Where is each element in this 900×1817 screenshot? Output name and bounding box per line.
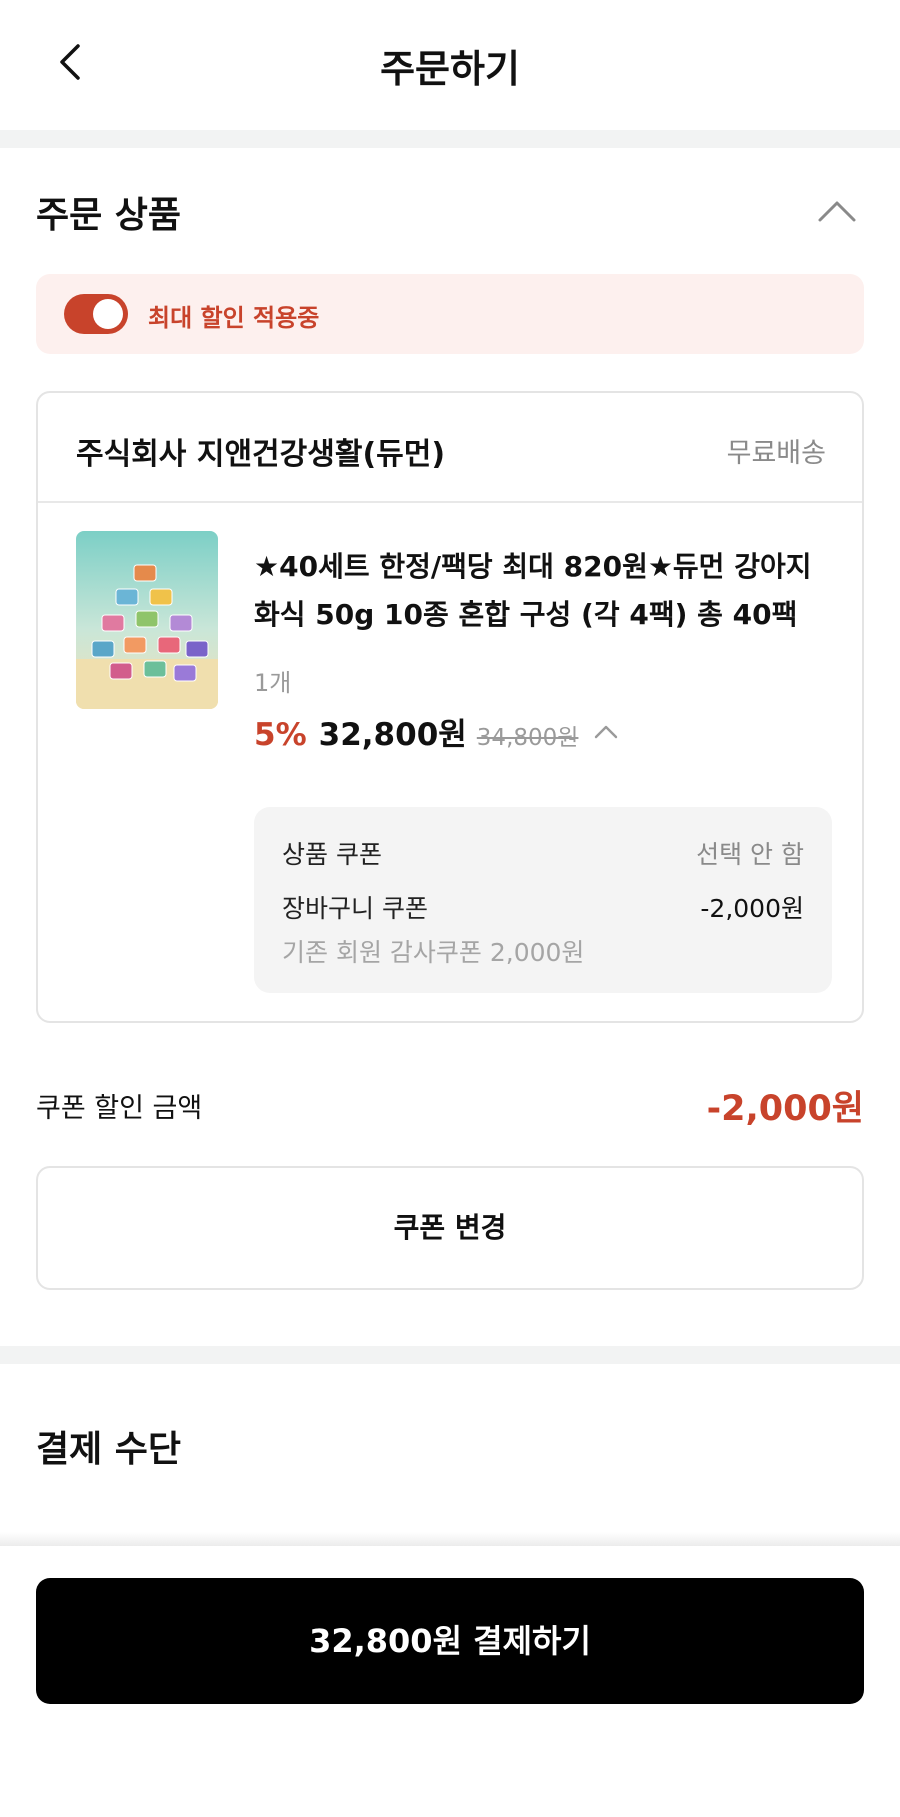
cart-coupon-value: -2,000원 — [700, 894, 804, 923]
toggle-knob — [93, 299, 123, 329]
product-name[interactable]: ★40세트 한정/팩당 최대 820원★듀먼 강아지화식 50g 10종 혼합 … — [254, 543, 834, 639]
max-discount-label: 최대 할인 적용중 — [148, 304, 320, 332]
payment-section-title: 결제 수단 — [36, 1429, 182, 1470]
cart-coupon-description: 기존 회원 감사쿠폰 2,000원 — [282, 938, 585, 967]
product-coupon-value: 선택 안 함 — [696, 840, 804, 869]
chevron-up-icon[interactable] — [592, 721, 620, 741]
pay-button[interactable]: 32,800원 결제하기 — [36, 1578, 864, 1704]
original-price: 34,800원 — [476, 725, 579, 751]
coupon-summary-box: 상품 쿠폰 선택 안 함 장바구니 쿠폰 -2,000원 기존 회원 감사쿠폰 … — [254, 807, 832, 993]
header: 주문하기 — [0, 0, 900, 130]
bottom-bar-shadow — [0, 1532, 900, 1546]
product-thumbnail[interactable] — [76, 531, 218, 709]
seller-card: 주식회사 지앤건강생활(듀먼) 무료배송 ★40세트 한정/팩당 최대 820원… — [36, 391, 864, 1023]
sale-price: 32,800원 — [318, 717, 467, 753]
product-image — [76, 531, 218, 709]
product-quantity: 1개 — [254, 669, 292, 697]
product-coupon-label: 상품 쿠폰 — [282, 840, 382, 869]
max-discount-banner: 최대 할인 적용중 — [36, 274, 864, 354]
seller-name: 주식회사 지앤건강생활(듀먼) — [76, 437, 446, 472]
change-coupon-button[interactable]: 쿠폰 변경 — [36, 1166, 864, 1290]
price-row: 5% 32,800원 34,800원 — [254, 709, 620, 753]
coupon-discount-value: -2,000원 — [706, 1089, 864, 1129]
collapse-order-button[interactable] — [814, 190, 860, 230]
order-section-title: 주문 상품 — [36, 195, 182, 236]
coupon-discount-label: 쿠폰 할인 금액 — [36, 1093, 203, 1124]
max-discount-toggle[interactable] — [64, 294, 128, 334]
discount-rate: 5% — [254, 717, 307, 753]
shipping-badge: 무료배송 — [726, 438, 826, 469]
seller-header: 주식회사 지앤건강생활(듀먼) 무료배송 — [38, 393, 862, 503]
cart-coupon-label: 장바구니 쿠폰 — [282, 894, 428, 923]
section-divider — [0, 130, 900, 148]
chevron-up-icon — [818, 201, 856, 222]
section-divider — [0, 1346, 900, 1364]
page-title: 주문하기 — [380, 47, 520, 91]
